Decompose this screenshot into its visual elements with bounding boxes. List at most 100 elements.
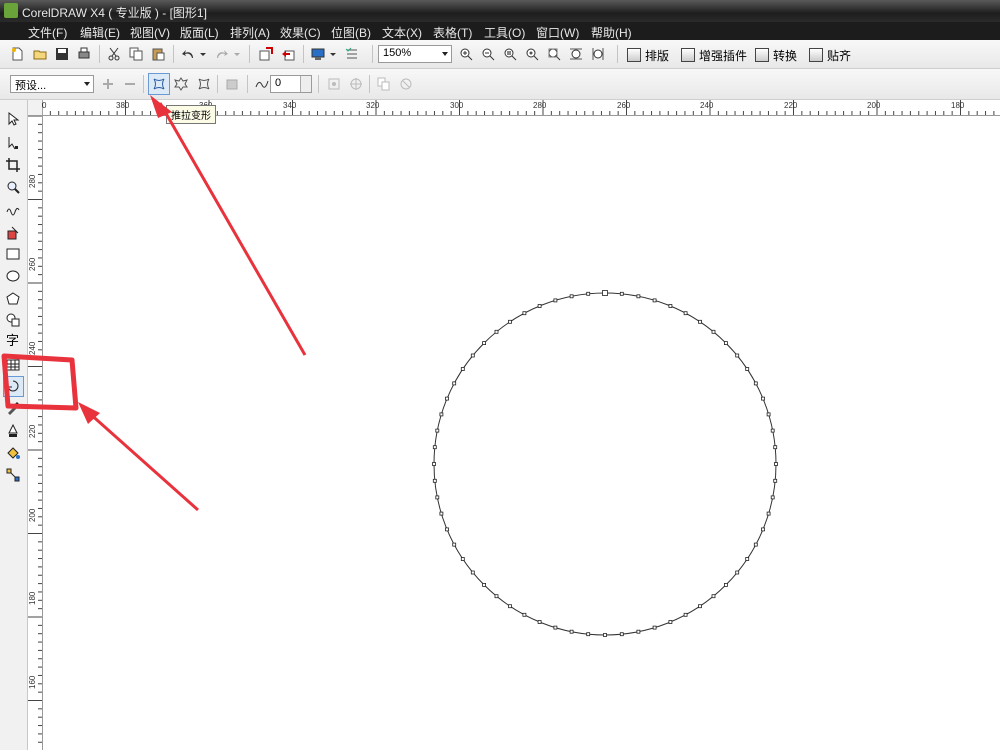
rectangle-tool-icon[interactable] (6, 247, 20, 261)
curve-node[interactable] (761, 396, 765, 401)
curve-node[interactable] (766, 412, 771, 417)
curve-node[interactable] (668, 304, 673, 308)
curve-node[interactable] (435, 428, 440, 433)
curve-node[interactable] (460, 557, 465, 561)
curve-node[interactable] (460, 367, 465, 371)
smart-fill-tool-icon[interactable] (6, 226, 20, 240)
fill-tool-icon[interactable] (6, 446, 20, 460)
curve-node[interactable] (683, 612, 688, 617)
export-icon[interactable] (281, 47, 295, 61)
curve-node[interactable] (770, 428, 775, 433)
new-document-icon[interactable] (10, 47, 24, 61)
curve-node[interactable] (470, 570, 475, 575)
freehand-tool-icon[interactable] (6, 204, 20, 218)
curve-node[interactable] (439, 511, 444, 516)
center-distortion-icon[interactable] (327, 77, 341, 91)
zoom-page-height-icon[interactable] (591, 47, 605, 61)
menu-text[interactable]: 文本(X) (382, 24, 422, 41)
curve-node[interactable] (761, 527, 765, 532)
curve-node[interactable] (636, 294, 641, 299)
import-icon[interactable] (259, 47, 273, 61)
curve-node[interactable] (470, 353, 475, 358)
curve-node[interactable] (452, 381, 457, 386)
clear-distortion-icon[interactable] (399, 77, 413, 91)
push-pull-distortion-button[interactable] (148, 73, 170, 95)
polygon-tool-icon[interactable] (6, 292, 20, 306)
curve-node[interactable] (537, 304, 542, 308)
curve-node[interactable] (711, 329, 716, 334)
curve-node[interactable] (774, 462, 778, 466)
zoom-out-icon[interactable] (481, 47, 495, 61)
zoom-level-combo[interactable]: 150% (378, 45, 452, 63)
zoom-page-width-icon[interactable] (569, 47, 583, 61)
ruler-origin[interactable] (28, 100, 43, 116)
curve-node[interactable] (753, 381, 758, 386)
curve-node[interactable] (432, 478, 437, 483)
application-launcher-icon[interactable] (311, 47, 325, 61)
amplitude-input[interactable]: 0 (270, 75, 312, 93)
menu-tools[interactable]: 工具(O) (484, 24, 525, 41)
add-new-distortion-icon[interactable] (225, 77, 239, 91)
menu-table[interactable]: 表格(T) (433, 24, 472, 41)
amplitude-stepper[interactable] (300, 76, 311, 92)
menu-window[interactable]: 窗口(W) (536, 24, 579, 41)
eyedropper-tool-icon[interactable] (6, 401, 20, 415)
curve-node[interactable] (586, 632, 591, 637)
curve-node[interactable] (773, 445, 778, 450)
curve-node[interactable] (698, 604, 702, 609)
curve-node[interactable] (711, 594, 716, 599)
convert-to-curves-icon[interactable] (349, 77, 363, 91)
menu-help[interactable]: 帮助(H) (591, 24, 632, 41)
curve-node[interactable] (569, 294, 574, 299)
delete-preset-icon[interactable] (123, 77, 137, 91)
table-tool-icon[interactable] (6, 358, 20, 372)
menu-edit[interactable]: 编辑(E) (80, 24, 120, 41)
menu-layout[interactable]: 版面(L) (180, 24, 219, 41)
curve-node[interactable] (773, 478, 778, 483)
curve-node[interactable] (586, 291, 591, 296)
curve-node[interactable] (652, 625, 657, 630)
curve-node[interactable] (494, 329, 499, 334)
copy-icon[interactable] (129, 47, 143, 61)
redo-icon[interactable] (215, 47, 229, 61)
outline-pen-tool-icon[interactable] (6, 424, 20, 438)
curve-node[interactable] (668, 620, 673, 624)
text-tool-icon[interactable]: 字 (6, 334, 20, 348)
preset-combo[interactable]: 预设... (10, 75, 94, 93)
twister-distortion-icon[interactable] (197, 77, 211, 91)
curve-node[interactable] (569, 629, 574, 634)
drawing-canvas[interactable] (43, 116, 1000, 750)
plugin-enhance-button[interactable]: 增强插件 (681, 47, 747, 64)
interactive-fill-tool-icon[interactable] (6, 468, 20, 482)
shape-tool-icon[interactable] (6, 136, 20, 150)
curve-node[interactable] (439, 412, 444, 417)
curve-node[interactable] (770, 495, 775, 500)
add-preset-icon[interactable] (101, 77, 115, 91)
copy-distortion-icon[interactable] (377, 77, 391, 91)
curve-node[interactable] (636, 629, 641, 634)
print-icon[interactable] (77, 47, 91, 61)
curve-node[interactable] (508, 319, 512, 324)
distort-tool-button[interactable] (3, 376, 24, 397)
cut-icon[interactable] (107, 47, 121, 61)
launcher-dropdown-icon[interactable] (329, 47, 337, 61)
zoom-all-objects-icon[interactable] (525, 47, 539, 61)
curve-node[interactable] (724, 582, 728, 587)
open-folder-icon[interactable] (33, 47, 47, 61)
welcome-screen-icon[interactable] (345, 47, 359, 61)
curve-node[interactable] (494, 594, 499, 599)
curve-node[interactable] (724, 341, 728, 346)
curve-node[interactable] (619, 291, 624, 296)
curve-node[interactable] (432, 462, 436, 466)
undo-icon[interactable] (181, 47, 195, 61)
curve-node[interactable] (683, 311, 688, 316)
menu-view[interactable]: 视图(V) (130, 24, 170, 41)
curve-node[interactable] (735, 570, 740, 575)
curve-node[interactable] (435, 495, 440, 500)
save-icon[interactable] (55, 47, 69, 61)
curve-node[interactable] (745, 557, 750, 561)
curve-node[interactable] (652, 298, 657, 303)
curve-node[interactable] (602, 290, 608, 296)
curve-node[interactable] (432, 445, 437, 450)
pick-tool-icon[interactable] (6, 112, 20, 126)
